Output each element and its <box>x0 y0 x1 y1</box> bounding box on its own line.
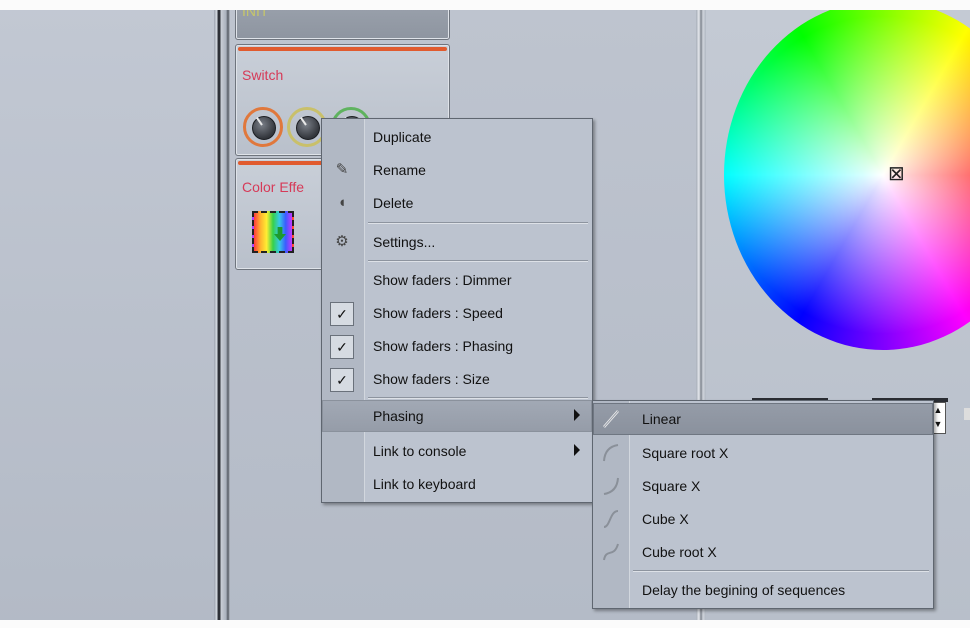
gear-icon: ⚙ <box>335 233 349 250</box>
submenu-item-cube-root-x[interactable]: Cube root X <box>593 536 933 568</box>
context-menu: Duplicate ✎ Rename ◖ Delete ⚙ Settings..… <box>321 118 593 503</box>
linear-curve-icon <box>603 410 619 428</box>
card-accent-bar <box>238 47 447 51</box>
submenu-item-square-root-x[interactable]: Square root X <box>593 437 933 469</box>
menu-item-label: Duplicate <box>373 129 432 145</box>
square-curve-icon <box>603 477 619 495</box>
cube-curve-icon <box>603 510 619 528</box>
pencil-icon: ✎ <box>335 161 349 178</box>
check-icon: ✓ <box>330 335 354 359</box>
submenu-item-linear[interactable]: Linear <box>593 403 933 435</box>
color-effect-icon[interactable] <box>252 211 294 253</box>
phasing-submenu: Linear Square root X Square X Cube X Cub… <box>592 400 934 609</box>
menu-separator <box>368 222 588 224</box>
menu-item-label: Link to console <box>373 443 467 459</box>
submenu-item-cube-x[interactable]: Cube X <box>593 503 933 535</box>
menu-separator <box>633 570 929 572</box>
trash-icon: ◖ <box>337 194 347 211</box>
menu-item-show-faders-phasing[interactable]: ✓ Show faders : Phasing <box>322 330 592 362</box>
window-top-edge <box>0 0 970 10</box>
menu-item-duplicate[interactable]: Duplicate <box>322 121 592 153</box>
card-title: Color Effe <box>242 179 304 195</box>
menu-item-label: Link to keyboard <box>373 476 476 492</box>
menu-separator <box>368 397 588 399</box>
menu-item-label: Show faders : Phasing <box>373 338 514 354</box>
scroll-handle[interactable] <box>964 408 970 420</box>
menu-item-link-to-keyboard[interactable]: Link to keyboard <box>322 468 592 500</box>
panel-splitter-left[interactable] <box>214 0 230 628</box>
menu-item-label: Phasing <box>373 408 424 424</box>
menu-item-label: Rename <box>373 162 426 178</box>
submenu-arrow-icon <box>574 444 580 456</box>
menu-item-label: Settings... <box>373 234 436 250</box>
cube-root-curve-icon <box>603 543 619 561</box>
menu-item-label: Square X <box>642 478 701 494</box>
check-icon: ✓ <box>330 302 354 326</box>
window-bottom-edge <box>0 620 970 628</box>
menu-item-phasing[interactable]: Phasing <box>322 400 592 432</box>
app-window: INIT Switch Color Effe ⊠ ▲ ▼ Duplicate ✎ … <box>0 0 970 628</box>
square-root-curve-icon <box>603 444 619 462</box>
menu-item-label: Linear <box>642 411 681 427</box>
submenu-item-delay-sequences[interactable]: Delay the begining of sequences <box>593 574 933 606</box>
submenu-item-square-x[interactable]: Square X <box>593 470 933 502</box>
menu-item-label: Delay the begining of sequences <box>642 582 846 598</box>
menu-item-show-faders-dimmer[interactable]: Show faders : Dimmer <box>322 264 592 296</box>
left-panel <box>0 0 214 628</box>
menu-item-rename[interactable]: ✎ Rename <box>322 154 592 186</box>
menu-item-delete[interactable]: ◖ Delete <box>322 187 592 219</box>
menu-item-show-faders-speed[interactable]: ✓ Show faders : Speed <box>322 297 592 329</box>
menu-separator <box>368 260 588 262</box>
dimmer-knob[interactable] <box>243 107 283 147</box>
menu-item-label: Show faders : Size <box>373 371 490 387</box>
submenu-arrow-icon <box>574 409 580 421</box>
menu-item-label: Delete <box>373 195 414 211</box>
menu-item-label: Cube X <box>642 511 689 527</box>
crosshair-icon[interactable]: ⊠ <box>888 164 905 184</box>
menu-item-label: Square root X <box>642 445 729 461</box>
menu-item-show-faders-size[interactable]: ✓ Show faders : Size <box>322 363 592 395</box>
menu-item-label: Show faders : Dimmer <box>373 272 512 288</box>
menu-item-label: Show faders : Speed <box>373 305 503 321</box>
menu-item-settings[interactable]: ⚙ Settings... <box>322 226 592 258</box>
card-title: Switch <box>242 67 284 83</box>
menu-item-link-to-console[interactable]: Link to console <box>322 435 592 467</box>
menu-item-label: Cube root X <box>642 544 717 560</box>
check-icon: ✓ <box>330 368 354 392</box>
